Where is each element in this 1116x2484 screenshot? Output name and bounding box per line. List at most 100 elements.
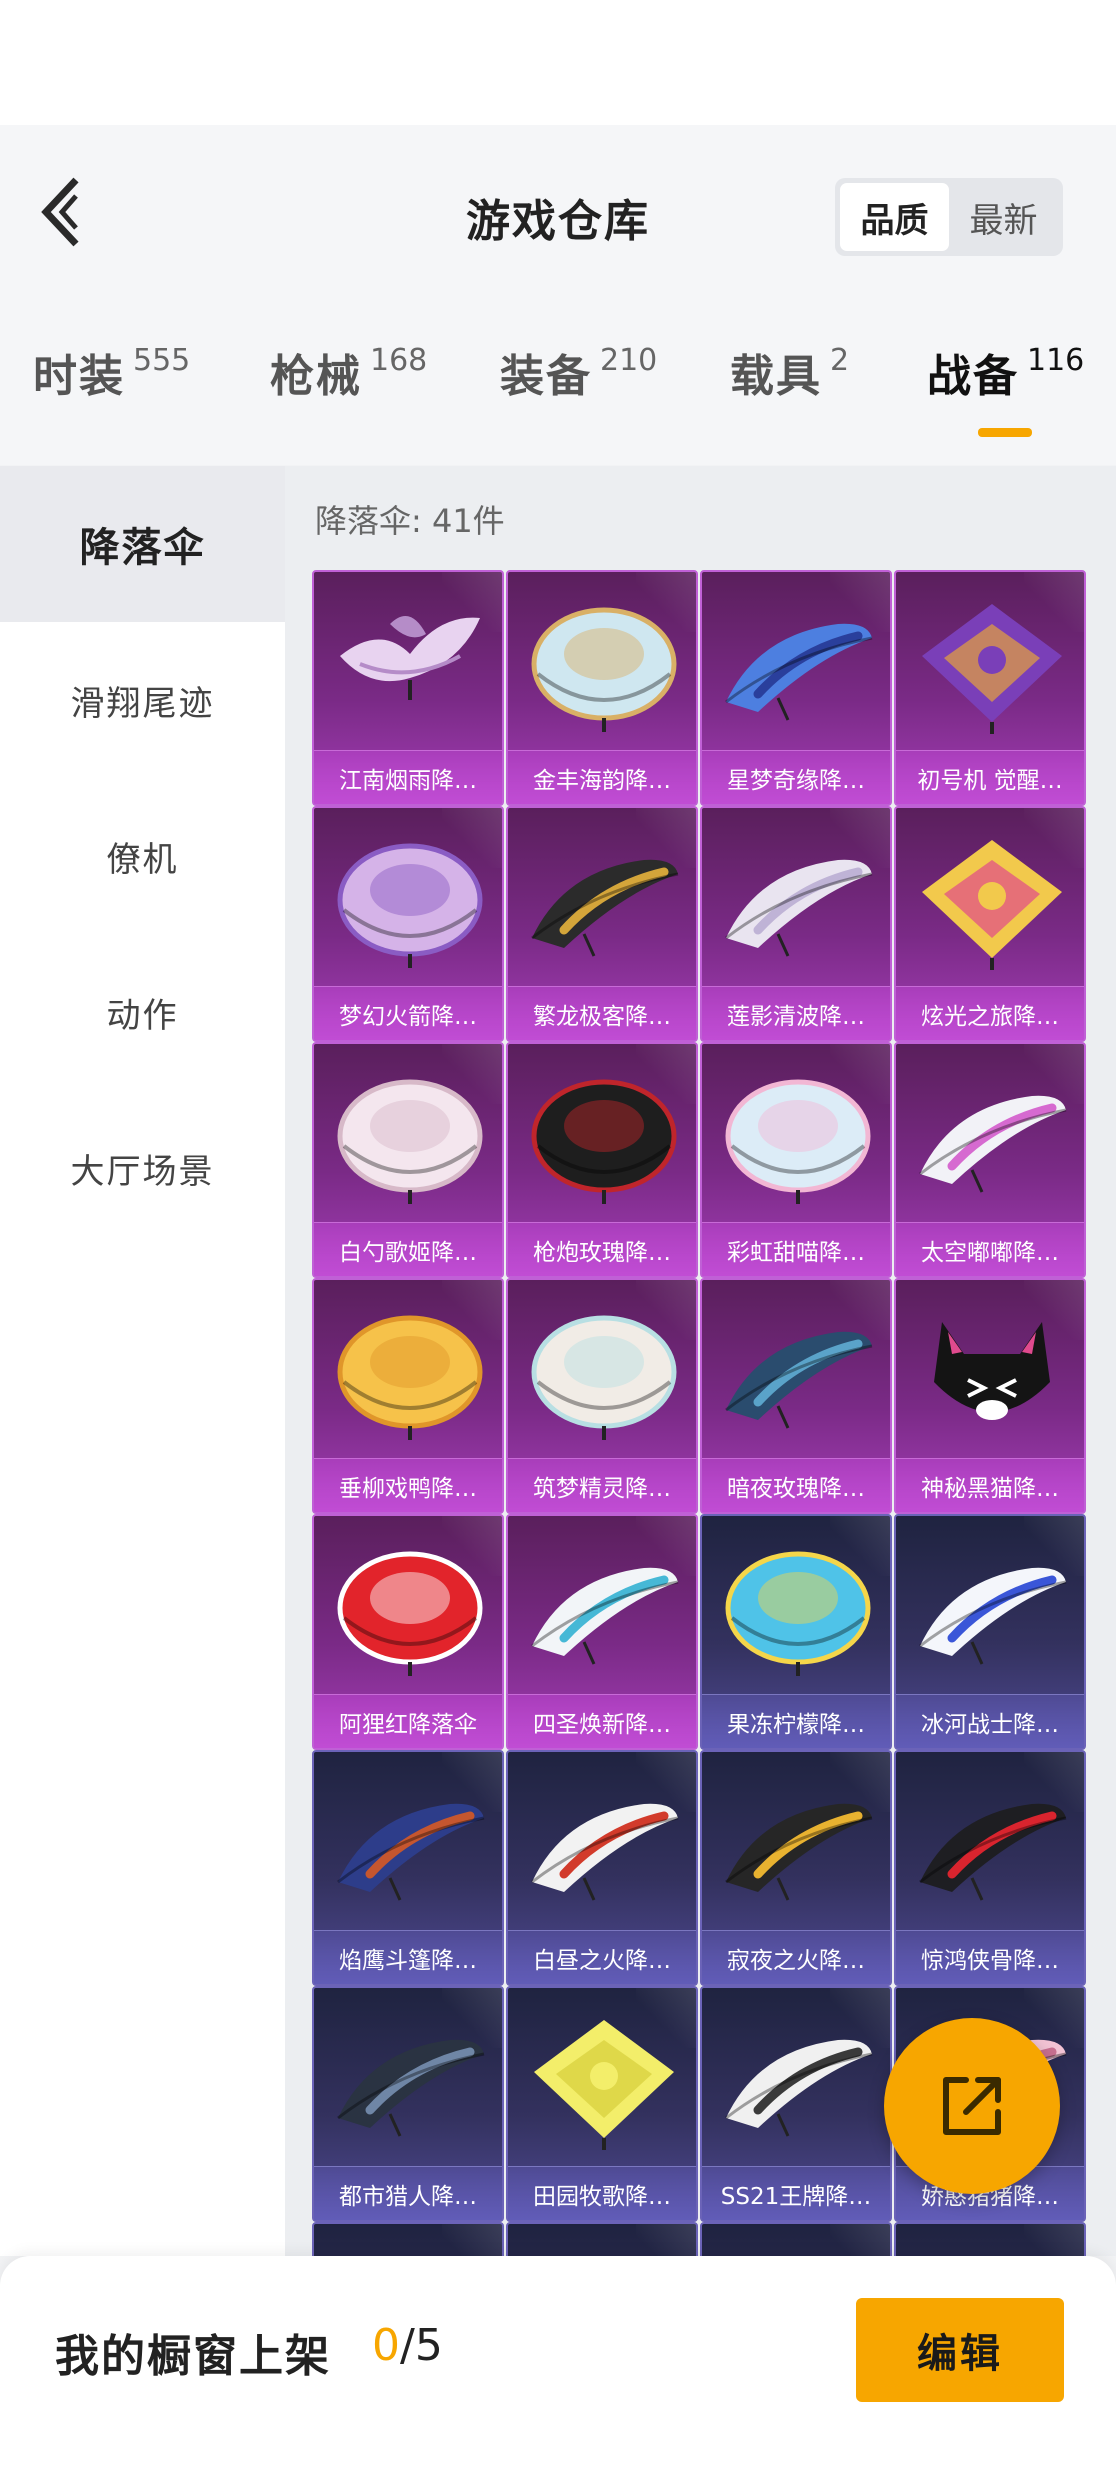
share-icon — [943, 2077, 1001, 2135]
item-image — [524, 1538, 684, 1688]
item-card[interactable] — [312, 2222, 504, 2256]
item-card[interactable]: 寂夜之火降… — [700, 1750, 892, 1986]
tab-equipment[interactable]: 装备 210 — [500, 340, 657, 450]
parachute-icon — [531, 1567, 679, 1665]
item-card[interactable]: 枪炮玫瑰降… — [506, 1042, 698, 1278]
item-image — [912, 1538, 1072, 1688]
item-count-label: 降落伞: 41件 — [315, 502, 505, 540]
card-corner-decoration — [636, 2224, 696, 2256]
parachute-icon — [531, 607, 677, 732]
item-content: 降落伞: 41件 江南烟雨降… 金丰海韵降… 星梦奇缘降… 初号机 觉醒… 梦幻… — [285, 466, 1116, 2256]
card-corner-decoration — [1024, 2224, 1084, 2256]
item-card[interactable]: 初号机 觉醒… — [894, 570, 1086, 806]
parachute-icon — [922, 604, 1062, 734]
parachute-icon — [725, 1331, 873, 1429]
sidebar-item-lobby-scene[interactable]: 大厅场景 — [0, 1090, 285, 1246]
tab-fashion[interactable]: 时装 555 — [33, 340, 190, 450]
item-card[interactable] — [894, 2222, 1086, 2256]
item-card[interactable]: 白勺歌姬降… — [312, 1042, 504, 1278]
item-image — [718, 830, 878, 980]
item-card[interactable]: 太空嘟嘟降… — [894, 1042, 1086, 1278]
item-card[interactable]: SS21王牌降… — [700, 1986, 892, 2222]
item-image — [718, 1066, 878, 1216]
item-name: 枪炮玫瑰降… — [508, 1222, 696, 1276]
item-card[interactable]: 果冻柠檬降… — [700, 1514, 892, 1750]
item-image — [524, 1774, 684, 1924]
item-card[interactable] — [700, 2222, 892, 2256]
item-name: 四圣焕新降… — [508, 1694, 696, 1748]
item-card[interactable]: 焰鹰斗篷降… — [312, 1750, 504, 1986]
category-tabs: 时装 555 枪械 168 装备 210 载具 2 战备 116 — [0, 340, 1116, 450]
tab-count: 555 — [133, 343, 191, 378]
sidebar-item-emote[interactable]: 动作 — [0, 934, 285, 1090]
item-card[interactable]: 白昼之火降… — [506, 1750, 698, 1986]
parachute-icon — [337, 2039, 485, 2137]
item-card[interactable]: 炫光之旅降… — [894, 806, 1086, 1042]
item-image — [912, 1302, 1072, 1452]
sort-option-latest[interactable]: 最新 — [949, 183, 1058, 251]
item-card[interactable]: 惊鸿侠骨降… — [894, 1750, 1086, 1986]
item-name: 田园牧歌降… — [508, 2166, 696, 2220]
item-card[interactable]: 神秘黑猫降… — [894, 1278, 1086, 1514]
item-card[interactable]: 星梦奇缘降… — [700, 570, 892, 806]
item-name: 繁龙极客降… — [508, 986, 696, 1040]
sidebar-item-parachute[interactable]: 降落伞 — [0, 466, 285, 622]
sort-toggle: 品质 最新 — [835, 178, 1063, 256]
item-card[interactable]: 彩虹甜喵降… — [700, 1042, 892, 1278]
tab-label: 载具 — [730, 351, 822, 402]
item-image — [524, 2010, 684, 2160]
parachute-icon — [725, 859, 873, 957]
parachute-icon — [337, 1315, 483, 1440]
item-card[interactable]: 暗夜玫瑰降… — [700, 1278, 892, 1514]
tab-weapons[interactable]: 枪械 168 — [270, 340, 427, 450]
item-image — [524, 594, 684, 744]
item-name: 果冻柠檬降… — [702, 1694, 890, 1748]
tab-vehicles[interactable]: 载具 2 — [730, 340, 849, 450]
item-card[interactable]: 繁龙极客降… — [506, 806, 698, 1042]
item-image — [524, 830, 684, 980]
edit-button[interactable]: 编辑 — [856, 2298, 1064, 2402]
parachute-icon — [725, 1079, 871, 1204]
item-image — [330, 830, 490, 980]
share-button[interactable] — [884, 2018, 1060, 2194]
item-card[interactable]: 都市猎人降… — [312, 1986, 504, 2222]
item-image — [330, 1774, 490, 1924]
item-card[interactable]: 田园牧歌降… — [506, 1986, 698, 2222]
item-image — [524, 1066, 684, 1216]
item-card[interactable]: 四圣焕新降… — [506, 1514, 698, 1750]
parachute-icon — [919, 1567, 1067, 1665]
item-name: 炫光之旅降… — [896, 986, 1084, 1040]
item-card[interactable]: 梦幻火箭降… — [312, 806, 504, 1042]
tab-label: 时装 — [33, 351, 125, 402]
active-tab-indicator — [978, 428, 1032, 437]
showcase-label: 我的橱窗上架 — [55, 2331, 331, 2382]
item-name: 暗夜玫瑰降… — [702, 1458, 890, 1512]
item-name: 冰河战士降… — [896, 1694, 1084, 1748]
parachute-icon — [337, 1803, 485, 1901]
item-name: 彩虹甜喵降… — [702, 1222, 890, 1276]
item-image — [718, 1538, 878, 1688]
item-card[interactable]: 筑梦精灵降… — [506, 1278, 698, 1514]
item-name: 莲影清波降… — [702, 986, 890, 1040]
parachute-icon — [725, 1803, 873, 1901]
item-name: 金丰海韵降… — [508, 750, 696, 804]
parachute-icon — [919, 1803, 1067, 1901]
item-image — [912, 1774, 1072, 1924]
parachute-icon — [919, 1095, 1067, 1193]
sidebar-item-wingman[interactable]: 僚机 — [0, 778, 285, 934]
card-corner-decoration — [442, 2224, 502, 2256]
sort-option-quality[interactable]: 品质 — [840, 183, 949, 251]
item-image — [912, 830, 1072, 980]
item-image — [330, 2010, 490, 2160]
sidebar-item-glide-trail[interactable]: 滑翔尾迹 — [0, 622, 285, 778]
item-name: 梦幻火箭降… — [314, 986, 502, 1040]
item-card[interactable]: 阿狸红降落伞 — [312, 1514, 504, 1750]
item-card[interactable] — [506, 2222, 698, 2256]
item-card[interactable]: 垂柳戏鸭降… — [312, 1278, 504, 1514]
item-image — [330, 1066, 490, 1216]
item-card[interactable]: 冰河战士降… — [894, 1514, 1086, 1750]
item-name: 寂夜之火降… — [702, 1930, 890, 1984]
item-card[interactable]: 江南烟雨降… — [312, 570, 504, 806]
item-card[interactable]: 莲影清波降… — [700, 806, 892, 1042]
item-card[interactable]: 金丰海韵降… — [506, 570, 698, 806]
